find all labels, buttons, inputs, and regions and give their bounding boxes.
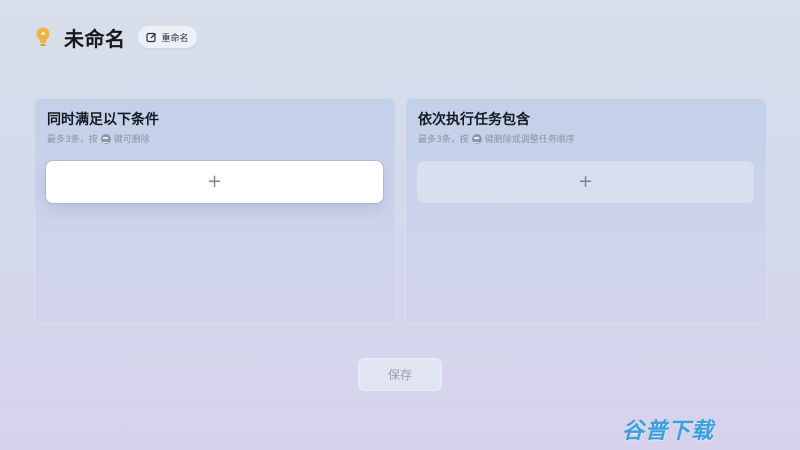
conditions-hint-text-start: 最多3条，按 <box>47 135 98 145</box>
tasks-hint-text-end: 键删除或调整任务顺序 <box>484 135 575 145</box>
tasks-title: 依次执行任务包含 <box>418 112 530 128</box>
conditions-title: 同时满足以下条件 <box>47 112 159 128</box>
rename-button[interactable]: 重命名 <box>137 26 197 48</box>
edit-icon <box>145 32 156 42</box>
tasks-panel: 依次执行任务包含 最多3条，按 键删除或调整任务顺序 + <box>405 98 767 324</box>
save-button[interactable]: 保存 <box>358 358 442 391</box>
tasks-hint-text-start: 最多3条，按 <box>418 135 469 145</box>
header: 未命名 重命名 <box>34 22 197 52</box>
add-task-button[interactable]: + <box>417 161 754 203</box>
menu-key-icon <box>100 133 111 144</box>
add-condition-button[interactable]: + <box>46 161 383 203</box>
watermark-logo: 谷普下载 <box>622 419 715 444</box>
plus-icon: + <box>577 171 594 192</box>
conditions-hint: 最多3条，按 键可删除 <box>47 132 150 145</box>
plus-icon: + <box>206 171 223 192</box>
rename-label: 重命名 <box>161 33 189 44</box>
tasks-hint: 最多3条，按 键删除或调整任务顺序 <box>418 132 575 145</box>
lightbulb-icon <box>34 26 52 48</box>
menu-key-icon <box>471 133 482 144</box>
conditions-panel: 同时满足以下条件 最多3条，按 键可删除 + <box>34 98 396 324</box>
conditions-hint-text-end: 键可删除 <box>113 135 150 145</box>
page-title: 未命名 <box>64 26 126 51</box>
